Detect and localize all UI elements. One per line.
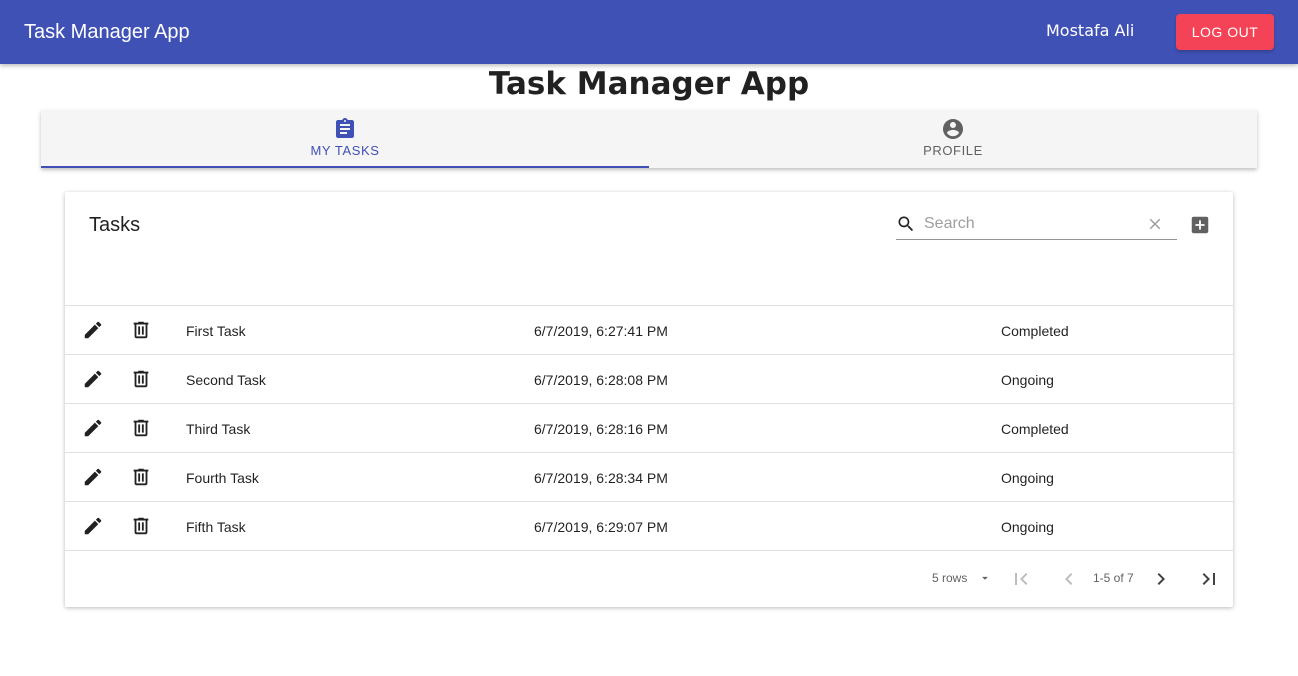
arrow-drop-down-icon[interactable] — [978, 571, 992, 585]
task-date: 6/7/2019, 6:28:34 PM — [534, 470, 668, 486]
add-task-icon[interactable] — [1189, 214, 1211, 236]
tab-bar: MY TASKS PROFILE — [41, 110, 1257, 168]
tasks-title: Tasks — [89, 214, 141, 236]
search-icon — [898, 216, 914, 232]
table-row: First Task 6/7/2019, 6:27:41 PM Complete… — [65, 305, 1233, 354]
tab-my-tasks[interactable]: MY TASKS — [41, 110, 649, 168]
tasks-table-card: Tasks First Task 6/7/2019, 6:27:41 PM Co… — [65, 192, 1233, 607]
tab-label-my-tasks: MY TASKS — [310, 143, 380, 158]
logout-button[interactable]: LOG OUT — [1176, 14, 1274, 50]
app-bar: Task Manager App Mostafa Ali LOG OUT — [0, 0, 1298, 64]
previous-page-icon[interactable] — [1057, 567, 1081, 591]
task-status: Ongoing — [1001, 372, 1054, 388]
tasks-table: First Task 6/7/2019, 6:27:41 PM Complete… — [65, 305, 1233, 550]
last-page-icon[interactable] — [1197, 567, 1221, 591]
table-row: Fourth Task 6/7/2019, 6:28:34 PM Ongoing — [65, 452, 1233, 501]
edit-icon[interactable] — [82, 515, 104, 537]
page-title: Task Manager App — [488, 66, 810, 102]
table-row: Third Task 6/7/2019, 6:28:16 PM Complete… — [65, 403, 1233, 452]
task-name: Fourth Task — [186, 470, 259, 486]
app-bar-title: Task Manager App — [24, 21, 190, 43]
rows-per-page-select[interactable]: 5 rows — [932, 571, 967, 585]
clear-search-icon[interactable] — [1146, 215, 1164, 233]
delete-icon[interactable] — [130, 466, 152, 488]
delete-icon[interactable] — [130, 515, 152, 537]
task-status: Ongoing — [1001, 470, 1054, 486]
search-field — [896, 211, 1177, 240]
task-name: Fifth Task — [186, 519, 246, 535]
search-input[interactable] — [924, 213, 1139, 235]
task-date: 6/7/2019, 6:28:08 PM — [534, 372, 668, 388]
task-status: Completed — [1001, 323, 1069, 339]
pagination-range: 1-5 of 7 — [1093, 571, 1134, 585]
task-name: Third Task — [186, 421, 251, 437]
task-date: 6/7/2019, 6:29:07 PM — [534, 519, 668, 535]
next-page-icon[interactable] — [1149, 567, 1173, 591]
task-name: First Task — [186, 323, 246, 339]
delete-icon[interactable] — [130, 417, 152, 439]
user-name: Mostafa Ali — [1046, 21, 1135, 40]
edit-icon[interactable] — [82, 417, 104, 439]
edit-icon[interactable] — [82, 319, 104, 341]
task-status: Completed — [1001, 421, 1069, 437]
tab-profile[interactable]: PROFILE — [649, 110, 1257, 168]
table-row: Fifth Task 6/7/2019, 6:29:07 PM Ongoing — [65, 501, 1233, 550]
assignment-icon — [336, 118, 354, 138]
tab-label-profile: PROFILE — [923, 143, 983, 158]
table-pagination: 5 rows 1-5 of 7 — [65, 550, 1233, 607]
task-date: 6/7/2019, 6:27:41 PM — [534, 323, 668, 339]
edit-icon[interactable] — [82, 368, 104, 390]
delete-icon[interactable] — [130, 319, 152, 341]
first-page-icon[interactable] — [1009, 567, 1033, 591]
task-name: Second Task — [186, 372, 266, 388]
delete-icon[interactable] — [130, 368, 152, 390]
task-date: 6/7/2019, 6:28:16 PM — [534, 421, 668, 437]
account-circle-icon — [943, 119, 963, 139]
table-row: Second Task 6/7/2019, 6:28:08 PM Ongoing — [65, 354, 1233, 403]
task-status: Ongoing — [1001, 519, 1054, 535]
tab-active-indicator — [41, 166, 649, 168]
edit-icon[interactable] — [82, 466, 104, 488]
